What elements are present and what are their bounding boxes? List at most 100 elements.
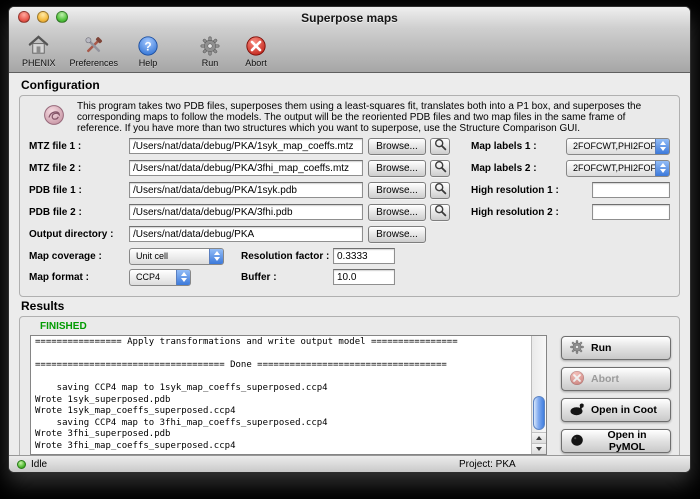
minimize-button[interactable] <box>37 11 49 23</box>
scroll-down-button[interactable] <box>532 443 546 454</box>
toolbar-item-phenix[interactable]: PHENIX <box>15 31 63 69</box>
resolution-factor-input[interactable] <box>333 248 395 264</box>
high-resolution-2-group: High resolution 2 : <box>471 204 670 220</box>
toolbar-item-label: Abort <box>245 58 267 68</box>
popup-value: Unit cell <box>136 251 168 261</box>
pdb-file-2-label: PDB file 2 : <box>29 207 129 218</box>
phenix-logo-icon <box>43 101 65 134</box>
view-file-button[interactable] <box>430 138 450 155</box>
map-labels-2-select[interactable]: 2FOFCWT,PHI2FOF... <box>566 160 670 177</box>
results-panel: FINISHED ================ Apply transfor… <box>19 316 680 455</box>
open-in-pymol-label: Open in PyMOL <box>591 429 663 453</box>
gear-icon <box>569 339 585 358</box>
scrollbar-thumb[interactable] <box>533 396 545 430</box>
view-file-button[interactable] <box>430 182 450 199</box>
abort-x-icon <box>569 370 585 389</box>
svg-text:?: ? <box>144 39 151 53</box>
high-resolution-1-group: High resolution 1 : <box>471 182 670 198</box>
map-labels-1-group: Map labels 1 : 2FOFCWT,PHI2FOF... <box>471 138 670 155</box>
map-coverage-row: Map coverage : Unit cell Resolution fact… <box>29 247 670 265</box>
run-button[interactable]: Run <box>561 336 671 360</box>
buffer-input[interactable] <box>333 269 395 285</box>
toolbar-item-abort[interactable]: Abort <box>233 31 279 69</box>
results-buttons: Run Abort <box>561 335 671 455</box>
configuration-panel: This program takes two PDB files, superp… <box>19 95 680 297</box>
toolbar-item-help[interactable]: ? Help <box>125 31 171 69</box>
high-resolution-2-label: High resolution 2 : <box>471 207 566 218</box>
console-output: ================ Apply transformations a… <box>30 335 547 455</box>
close-button[interactable] <box>18 11 30 23</box>
coot-bird-icon <box>569 402 585 419</box>
toolbar: PHENIX Preferences <box>9 28 690 73</box>
magnifier-icon <box>434 204 447 220</box>
app-window: Superpose maps PHENIX <box>8 6 691 473</box>
popup-value: 2FOFCWT,PHI2FOF... <box>573 141 663 151</box>
zoom-button[interactable] <box>56 11 68 23</box>
abort-button-label: Abort <box>591 373 619 385</box>
pdb-file-2-input[interactable] <box>129 204 363 220</box>
preferences-tools-icon <box>82 33 105 58</box>
open-in-coot-button[interactable]: Open in Coot <box>561 398 671 422</box>
resolution-factor-label: Resolution factor : <box>241 251 333 262</box>
magnifier-icon <box>434 138 447 154</box>
mtz-file-1-row: MTZ file 1 : Browse... Map labels 1 : <box>29 137 670 155</box>
browse-button[interactable]: Browse... <box>368 182 426 199</box>
popup-arrows-icon <box>176 269 191 286</box>
pdb-file-1-input[interactable] <box>129 182 363 198</box>
browse-button[interactable]: Browse... <box>368 226 426 243</box>
high-resolution-1-input[interactable] <box>592 182 670 198</box>
magnifier-icon <box>434 160 447 176</box>
phenix-home-icon <box>27 33 50 58</box>
high-resolution-2-input[interactable] <box>592 204 670 220</box>
toolbar-item-run[interactable]: Run <box>187 31 233 69</box>
titlebar[interactable]: Superpose maps <box>9 7 690 28</box>
map-format-select[interactable]: CCP4 <box>129 269 191 286</box>
map-format-row: Map format : CCP4 Buffer : <box>29 268 670 286</box>
view-file-button[interactable] <box>430 160 450 177</box>
map-labels-1-select[interactable]: 2FOFCWT,PHI2FOF... <box>566 138 670 155</box>
pdb-file-1-label: PDB file 1 : <box>29 185 129 196</box>
configuration-heading: Configuration <box>21 78 680 92</box>
console-scrollbar[interactable] <box>531 336 546 454</box>
browse-button[interactable]: Browse... <box>368 204 426 221</box>
output-directory-input[interactable] <box>129 226 363 242</box>
toolbar-item-label: Help <box>139 58 158 68</box>
open-in-pymol-button[interactable]: Open in PyMOL <box>561 429 671 453</box>
toolbar-item-label: Run <box>202 58 219 68</box>
map-labels-1-label: Map labels 1 : <box>471 141 566 152</box>
browse-button[interactable]: Browse... <box>368 160 426 177</box>
toolbar-item-preferences[interactable]: Preferences <box>63 31 126 69</box>
map-labels-2-group: Map labels 2 : 2FOFCWT,PHI2FOF... <box>471 160 670 177</box>
help-icon: ? <box>137 33 159 58</box>
description-row: This program takes two PDB files, superp… <box>43 101 670 134</box>
map-labels-2-label: Map labels 2 : <box>471 163 566 174</box>
status-text: Idle <box>31 459 47 470</box>
mtz-file-2-input[interactable] <box>129 160 363 176</box>
high-resolution-1-label: High resolution 1 : <box>471 185 566 196</box>
map-coverage-select[interactable]: Unit cell <box>129 248 224 265</box>
mtz-file-1-label: MTZ file 1 : <box>29 141 129 152</box>
popup-arrows-icon <box>209 248 224 265</box>
mtz-file-2-label: MTZ file 2 : <box>29 163 129 174</box>
traffic-lights <box>18 11 68 23</box>
run-gear-icon <box>199 33 221 58</box>
popup-arrows-icon <box>655 160 670 177</box>
popup-value: CCP4 <box>136 272 160 282</box>
mtz-file-1-input[interactable] <box>129 138 363 154</box>
magnifier-icon <box>434 182 447 198</box>
toolbar-item-label: PHENIX <box>22 58 56 68</box>
run-button-label: Run <box>591 342 611 354</box>
results-heading: Results <box>21 299 680 313</box>
view-file-button[interactable] <box>430 204 450 221</box>
project-label: Project: PKA <box>459 459 516 470</box>
map-format-label: Map format : <box>29 272 129 283</box>
toolbar-item-label: Preferences <box>70 58 119 68</box>
content-area: Configuration This program takes two PDB… <box>9 73 690 455</box>
scroll-up-button[interactable] <box>532 432 546 443</box>
pdb-file-1-row: PDB file 1 : Browse... High resolution 1… <box>29 181 670 199</box>
browse-button[interactable]: Browse... <box>368 138 426 155</box>
popup-value: 2FOFCWT,PHI2FOF... <box>573 163 663 173</box>
window-title: Superpose maps <box>301 11 398 25</box>
abort-button[interactable]: Abort <box>561 367 671 391</box>
open-in-coot-label: Open in Coot <box>591 404 657 416</box>
